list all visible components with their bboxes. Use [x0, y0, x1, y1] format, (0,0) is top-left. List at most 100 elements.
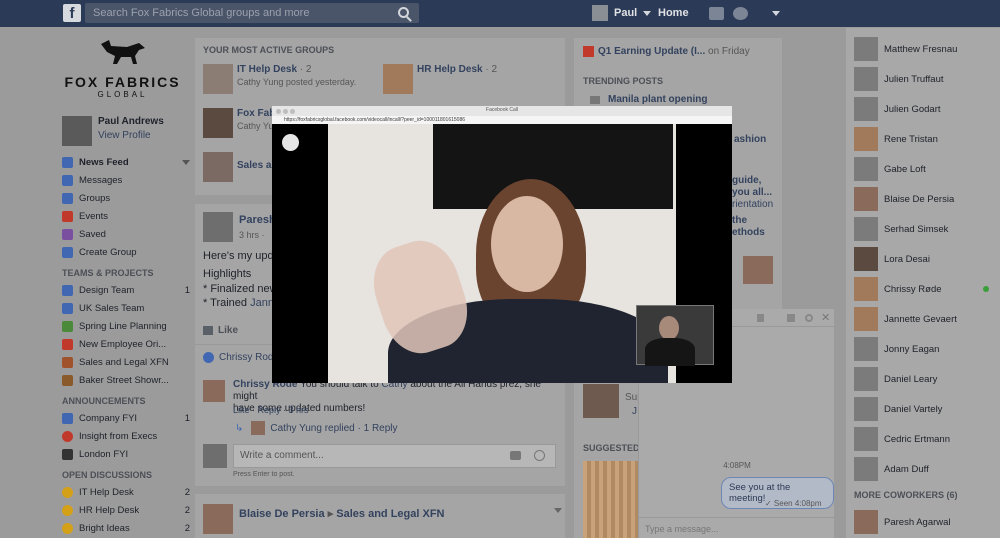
sidebar-item-label: Company FYI: [79, 412, 138, 424]
trending-post-link[interactable]: you all...: [732, 187, 772, 198]
contact-item[interactable]: Matthew Fresnau: [854, 37, 957, 61]
sidebar-item-baker-street[interactable]: Baker Street Showr...: [62, 371, 190, 389]
likes-summary[interactable]: Chrissy Rode: [203, 352, 279, 363]
scales-icon: [62, 356, 73, 368]
sidebar-item-bright-ideas[interactable]: Bright Ideas 2: [62, 519, 190, 537]
chat-message-input[interactable]: Type a message...: [639, 517, 835, 538]
post-options-chevron-icon[interactable]: [554, 508, 562, 513]
window-titlebar[interactable]: Facebook Call: [272, 106, 732, 116]
contact-item[interactable]: Chrissy Røde: [854, 277, 942, 301]
contact-item[interactable]: Julien Godart: [854, 97, 941, 121]
group-thumbnail[interactable]: [583, 384, 619, 418]
profile-name[interactable]: Paul Andrews: [98, 116, 164, 127]
contact-item[interactable]: Gabe Loft: [854, 157, 926, 181]
trending-post-link[interactable]: guide,: [732, 175, 761, 186]
contact-item[interactable]: Paresh Agarwal: [854, 510, 951, 534]
like-button[interactable]: Like: [203, 325, 238, 336]
sidebar-item-events[interactable]: Events: [62, 207, 190, 225]
contact-item[interactable]: Serhad Simsek: [854, 217, 948, 241]
contact-item[interactable]: Blaise De Persia: [854, 187, 954, 211]
facebook-logo-icon[interactable]: f: [63, 4, 81, 22]
group-name[interactable]: HR Help Desk: [417, 64, 483, 75]
sidebar-item-groups[interactable]: Groups: [62, 189, 190, 207]
event-title[interactable]: Q1 Earning Update (I...: [598, 46, 705, 57]
add-person-icon[interactable]: [787, 314, 795, 322]
trending-post-link[interactable]: ashion: [734, 134, 766, 145]
sidebar-item-company-fyi[interactable]: Company FYI 1: [62, 409, 190, 427]
group-it-help-desk[interactable]: IT Help Desk · 2 Cathy Yung posted yeste…: [203, 64, 356, 94]
gear-icon[interactable]: [805, 314, 813, 322]
sidebar-item-uk-sales-team[interactable]: UK Sales Team: [62, 299, 190, 317]
sidebar-item-sales-legal[interactable]: Sales and Legal XFN: [62, 353, 190, 371]
group-sales-and-legal[interactable]: Sales an: [203, 152, 278, 182]
sidebar-item-hr-help-desk[interactable]: HR Help Desk 2: [62, 501, 190, 519]
sidebar-item-design-team[interactable]: Design Team 1: [62, 281, 190, 299]
self-view-video[interactable]: [636, 305, 714, 366]
fabric-thumbnail[interactable]: [583, 461, 643, 538]
notifications-globe-icon[interactable]: [733, 7, 748, 20]
sidebar-item-new-employee[interactable]: New Employee Ori...: [62, 335, 190, 353]
emoji-icon[interactable]: [534, 450, 545, 461]
avatar[interactable]: [203, 504, 233, 534]
contact-item[interactable]: Jonny Eagan: [854, 337, 939, 361]
contact-name: Blaise De Persia: [884, 193, 955, 205]
video-call-window[interactable]: Facebook Call https://foxfabricsglobal.f…: [272, 106, 732, 383]
avatar[interactable]: [203, 212, 233, 242]
profile-card[interactable]: Paul Andrews View Profile: [62, 116, 164, 146]
sidebar-item-london-fyi[interactable]: London FYI: [62, 445, 190, 463]
badge-count: 1: [184, 412, 190, 424]
close-icon[interactable]: ✕: [821, 311, 830, 324]
trending-post-link[interactable]: ethods: [732, 227, 765, 238]
sidebar-item-insight-execs[interactable]: Insight from Execs: [62, 427, 190, 445]
sidebar-item-create-group[interactable]: Create Group: [62, 243, 190, 261]
comment-reply[interactable]: ↳ Cathy Yung replied · 1 Reply: [235, 421, 398, 435]
sidebar-item-messages[interactable]: Messages: [62, 171, 190, 189]
avatar[interactable]: [203, 380, 225, 402]
view-profile-link[interactable]: View Profile: [98, 130, 164, 141]
post-author[interactable]: Blaise De Persia: [239, 508, 325, 520]
group-name[interactable]: Fox Fab: [237, 108, 275, 119]
post-group-link[interactable]: Sales and Legal XFN: [336, 508, 444, 520]
group-name[interactable]: IT Help Desk: [237, 64, 297, 75]
reply-count[interactable]: · 1 Reply: [358, 423, 398, 434]
trending-thumbnail[interactable]: [743, 256, 773, 284]
calendar-icon: [583, 46, 594, 57]
home-link[interactable]: Home: [658, 7, 689, 19]
camera-icon[interactable]: [510, 451, 521, 460]
contact-item[interactable]: Daniel Vartely: [854, 397, 942, 421]
chevron-down-icon[interactable]: [182, 159, 190, 165]
search-input[interactable]: Search Fox Fabrics Global groups and mor…: [85, 3, 419, 23]
group-fox-fabrics[interactable]: Fox Fab Cathy Yu: [203, 108, 275, 138]
sidebar-item-news-feed[interactable]: News Feed: [62, 153, 190, 171]
sidebar-item-label: Baker Street Showr...: [79, 374, 169, 386]
post-timestamp[interactable]: 3 hrs ·: [239, 230, 265, 240]
profile-shortcut[interactable]: Paul: [592, 5, 652, 21]
address-bar[interactable]: https://foxfabricsglobal.facebook.com/vi…: [272, 116, 732, 124]
trending-post-link[interactable]: the: [732, 215, 747, 226]
search-icon[interactable]: [398, 7, 409, 18]
liker-name[interactable]: Chrissy Rode: [219, 352, 279, 363]
contact-item[interactable]: Lora Desai: [854, 247, 930, 271]
contact-item[interactable]: Jannette Gevaert: [854, 307, 957, 331]
reply-author[interactable]: Cathy Yung replied: [270, 423, 354, 434]
messages-icon[interactable]: [709, 7, 724, 20]
sidebar-item-spring-line-planning[interactable]: Spring Line Planning: [62, 317, 190, 335]
event-item[interactable]: Q1 Earning Update (I... on Friday: [598, 46, 750, 57]
comment-actions[interactable]: Like · Reply · 3 hrs: [233, 405, 309, 415]
contact-item[interactable]: Cedric Ertmann: [854, 427, 950, 451]
contact-item[interactable]: Daniel Leary: [854, 367, 937, 391]
trending-post-link[interactable]: Manila plant opening: [608, 94, 707, 105]
post-icon: [590, 96, 600, 104]
contact-item[interactable]: Rene Tristan: [854, 127, 938, 151]
avatar: [854, 367, 878, 391]
sidebar-item-it-help-desk[interactable]: IT Help Desk 2: [62, 483, 190, 501]
avatar: [854, 510, 878, 534]
comment-input[interactable]: Write a comment...: [233, 444, 556, 468]
settings-chevron-icon[interactable]: [772, 11, 780, 16]
post-author[interactable]: Paresh: [239, 214, 276, 226]
contact-item[interactable]: Julien Truffaut: [854, 67, 944, 91]
video-call-icon[interactable]: [757, 314, 764, 322]
sidebar-item-saved[interactable]: Saved: [62, 225, 190, 243]
contact-item[interactable]: Adam Duff: [854, 457, 929, 481]
group-hr-help-desk[interactable]: HR Help Desk · 2: [383, 64, 497, 94]
